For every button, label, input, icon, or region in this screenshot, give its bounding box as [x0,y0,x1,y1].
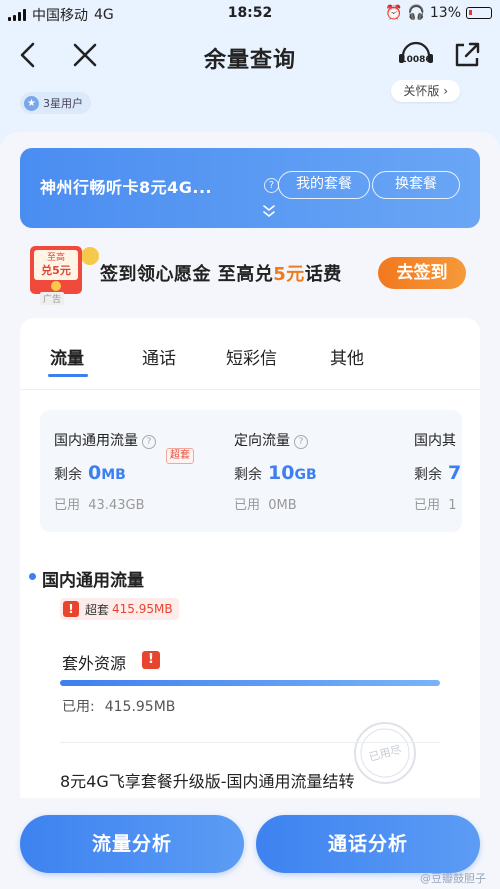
flow-summary-item[interactable]: 定向流量? 剩余 10GB 已用 0MB [234,410,414,532]
care-mode-pill[interactable]: 关怀版 › [391,80,460,102]
envelope-line2: 兑5元 [41,263,71,277]
over-limit-tag: 超套 [166,448,194,464]
over-limit-badge: ! 超套 415.95MB [60,598,179,620]
call-analysis-button[interactable]: 通话分析 [256,815,480,873]
used-amount: 已用: 415.95MB [62,699,176,715]
warning-icon[interactable]: ! [142,651,160,669]
tab-flow[interactable]: 流量 [50,344,84,369]
headphone-icon: 🎧 [407,5,425,21]
my-package-button[interactable]: 我的套餐 [278,171,370,199]
tab-other[interactable]: 其他 [330,344,364,369]
tab-active-indicator [48,374,88,377]
usage-progress-bar [60,680,440,686]
chevron-double-down-icon[interactable] [260,202,278,220]
battery-icon [466,7,492,19]
package-item-name: 8元4G飞享套餐升级版-国内通用流量结转 [60,772,355,791]
customer-service-icon[interactable]: 10086 [396,38,436,74]
battery-percent: 13% [429,5,461,21]
flow-analysis-button[interactable]: 流量分析 [20,815,244,873]
sign-in-button[interactable]: 去签到 [378,257,466,289]
usage-panel: 流量 通话 短彩信 其他 国内通用流量? 超套 剩余 0MB 已用 43.43GB… [20,318,480,798]
alarm-icon: ⏰ [385,5,403,21]
flow-summary: 国内通用流量? 超套 剩余 0MB 已用 43.43GB 定向流量? 剩余 10GB… [40,410,462,532]
flow-summary-item[interactable]: 国内其 剩余 7 已用 1 [414,410,462,532]
help-icon[interactable]: ? [264,178,279,193]
promo-banner[interactable]: 至高 兑5元 广告 签到领心愿金 至高兑5元话费 去签到 [20,240,480,305]
user-level-badge[interactable]: ★ 3星用户 [20,92,91,114]
plan-name: 神州行畅听卡8元4G... [40,178,213,197]
flow-summary-item[interactable]: 国内通用流量? 超套 剩余 0MB 已用 43.43GB [54,410,234,532]
star-icon: ★ [24,95,39,111]
service-number: 10086 [400,55,431,65]
warning-icon: ! [63,601,79,617]
section-title: 国内通用流量 [29,566,144,591]
tab-sms[interactable]: 短彩信 [226,344,277,369]
plan-card[interactable]: 神州行畅听卡8元4G... ? 我的套餐 换套餐 [20,148,480,228]
extra-resource-title: 套外资源 [62,654,127,673]
nav-bar: 余量查询 10086 [0,30,500,82]
tab-bar: 流量 通话 短彩信 其他 [20,318,480,390]
ad-label: 广告 [40,292,65,305]
status-bar: 中国移动 4G 18:52 ⏰ 🎧 13% [0,0,500,28]
share-icon[interactable] [452,40,482,70]
envelope-line1: 至高 [47,251,65,263]
change-package-button[interactable]: 换套餐 [372,171,460,199]
red-envelope-icon: 至高 兑5元 [30,246,99,294]
svg-text:已用尽: 已用尽 [368,743,403,764]
watermark: @豆瓣鼓胆子 [420,872,486,885]
used-up-stamp: 已用尽 [354,722,416,784]
help-icon[interactable]: ? [294,435,308,449]
tab-call[interactable]: 通话 [142,344,176,369]
promo-text: 签到领心愿金 至高兑5元话费 [100,264,342,285]
user-level-label: 3星用户 [43,97,83,110]
divider [60,742,440,743]
help-icon[interactable]: ? [142,435,156,449]
